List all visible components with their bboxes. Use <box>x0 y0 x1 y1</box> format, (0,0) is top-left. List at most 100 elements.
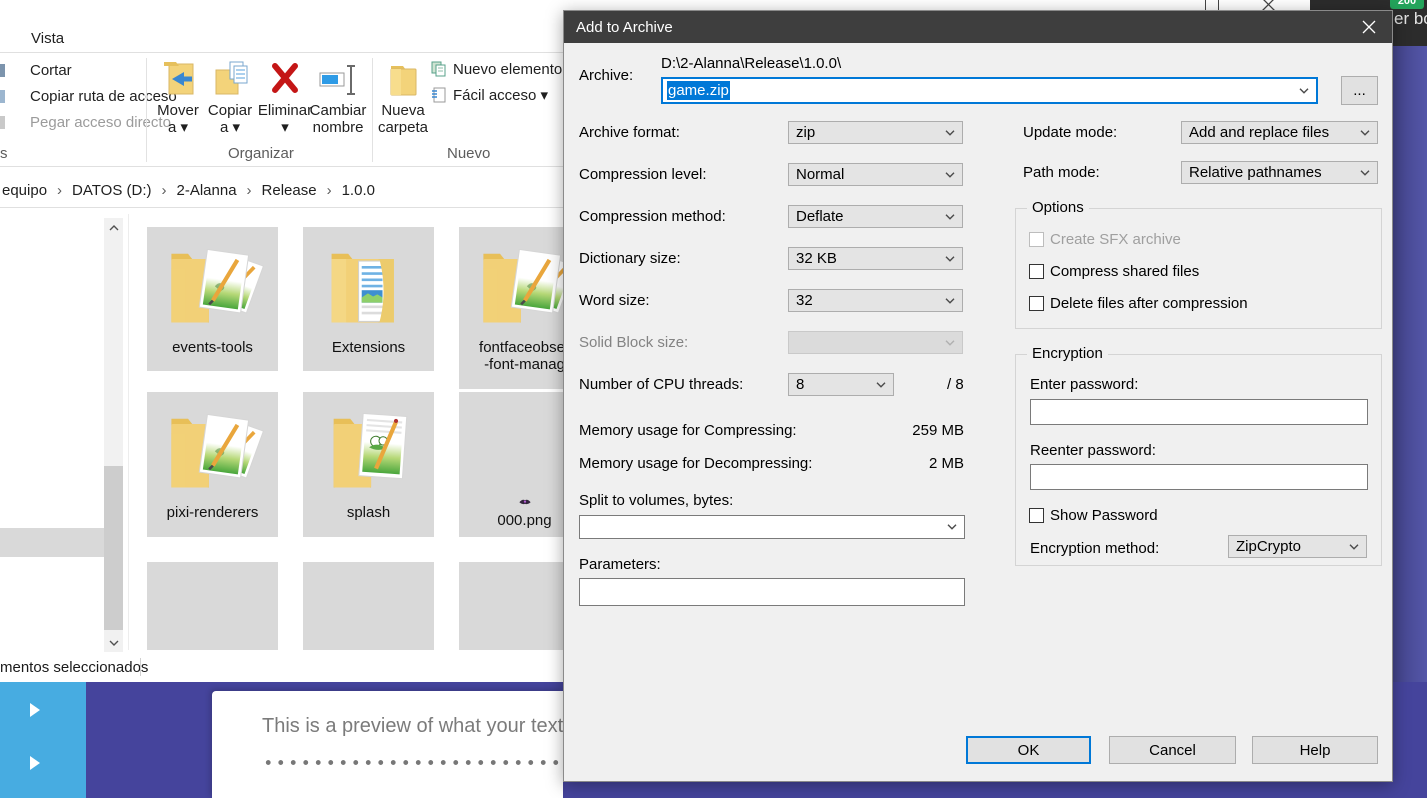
play-arrow-icon[interactable] <box>30 756 40 770</box>
memory-compress-label: Memory usage for Compressing: <box>579 422 797 439</box>
delete-button[interactable]: Eliminar ▾ <box>258 60 312 136</box>
word-size-select[interactable]: 32 <box>788 289 963 312</box>
file-tile-partial[interactable] <box>147 562 278 650</box>
copy-to-icon <box>212 60 248 102</box>
folder-icon <box>317 398 421 502</box>
cut-icon <box>0 64 5 77</box>
options-legend: Options <box>1027 199 1089 216</box>
copy-path-icon <box>0 90 5 103</box>
archive-format-select[interactable]: zip <box>788 121 963 144</box>
memory-compress-value: 259 MB <box>874 422 964 439</box>
breadcrumb-item[interactable]: Release <box>262 182 317 199</box>
chevron-right-icon: › <box>57 182 62 199</box>
chevron-right-icon: › <box>327 182 332 199</box>
encryption-method-select[interactable]: ZipCrypto <box>1228 535 1367 558</box>
split-volumes-combobox[interactable] <box>579 515 965 539</box>
cancel-button[interactable]: Cancel <box>1109 736 1236 764</box>
chevron-down-icon <box>945 340 955 346</box>
breadcrumb-item[interactable]: equipo <box>2 182 47 199</box>
scrollbar-thumb[interactable] <box>104 466 123 630</box>
file-tile-events-tools[interactable]: events-tools <box>147 227 278 371</box>
breadcrumb: equipo › DATOS (D:) › 2-Alanna › Release… <box>2 182 375 199</box>
play-arrow-icon[interactable] <box>30 703 40 717</box>
new-folder-button[interactable]: Nueva carpeta <box>376 60 430 136</box>
chevron-down-icon <box>945 298 955 304</box>
chevron-right-icon: › <box>162 182 167 199</box>
enter-password-label: Enter password: <box>1030 376 1138 393</box>
help-button[interactable]: Help <box>1252 736 1378 764</box>
file-tile-splash[interactable]: splash <box>303 392 434 537</box>
split-volumes-label: Split to volumes, bytes: <box>579 492 733 509</box>
folder-icon <box>317 233 421 337</box>
dialog-titlebar[interactable]: Add to Archive <box>564 11 1392 43</box>
reenter-password-label: Reenter password: <box>1030 442 1156 459</box>
archive-name-combobox[interactable]: game.zip <box>661 77 1318 104</box>
delete-after-checkbox[interactable]: Delete files after compression <box>1029 295 1248 312</box>
copy-to-button[interactable]: Copiar a ▾ <box>204 60 256 136</box>
move-to-icon <box>160 60 196 102</box>
enter-password-input[interactable] <box>1030 399 1368 425</box>
breadcrumb-item[interactable]: 2-Alanna <box>177 182 237 199</box>
file-tile-pixi-renderers[interactable]: pixi-renderers <box>147 392 278 537</box>
file-tile-partial[interactable] <box>303 562 434 650</box>
solid-block-size-select <box>788 331 963 354</box>
path-mode-select[interactable]: Relative pathnames <box>1181 161 1378 184</box>
cpu-threads-select[interactable]: 8 <box>788 373 894 396</box>
options-group: Options Create SFX archive Compress shar… <box>1015 208 1382 329</box>
dialog-close-icon[interactable] <box>1362 20 1376 34</box>
chevron-right-icon: › <box>247 182 252 199</box>
browse-button[interactable]: ... <box>1341 76 1378 105</box>
solid-block-size-label: Solid Block size: <box>579 334 688 351</box>
status-bar-text: mentos seleccionados <box>0 659 148 676</box>
add-to-archive-dialog: Add to Archive Archive: D:\2-Alanna\Rele… <box>563 10 1393 782</box>
scroll-up-icon[interactable] <box>104 218 123 237</box>
compression-level-label: Compression level: <box>579 166 707 183</box>
compression-method-label: Compression method: <box>579 208 726 225</box>
new-item-button[interactable]: Nuevo elemento ▾ <box>430 60 574 78</box>
parameters-label: Parameters: <box>579 556 661 573</box>
encryption-method-label: Encryption method: <box>1030 540 1159 557</box>
compress-shared-checkbox[interactable]: Compress shared files <box>1029 263 1199 280</box>
checkbox-icon <box>1029 508 1044 523</box>
status-200-badge: 200 <box>1390 0 1424 9</box>
breadcrumb-item[interactable]: 1.0.0 <box>342 182 375 199</box>
move-to-button[interactable]: Mover a ▾ <box>152 60 204 136</box>
chevron-down-icon[interactable] <box>1299 88 1309 94</box>
easy-access-icon <box>430 86 448 104</box>
compression-level-select[interactable]: Normal <box>788 163 963 186</box>
folder-icon <box>473 233 577 337</box>
group-label-organizar: Organizar <box>228 145 294 162</box>
chevron-down-icon <box>876 382 886 388</box>
breadcrumb-item[interactable]: DATOS (D:) <box>72 182 151 199</box>
update-mode-select[interactable]: Add and replace files <box>1181 121 1378 144</box>
chevron-down-icon <box>945 130 955 136</box>
ribbon-item-pegar-acceso[interactable]: Pegar acceso directo <box>30 114 171 131</box>
ok-button[interactable]: OK <box>966 736 1091 764</box>
tab-vista[interactable]: Vista <box>31 30 64 47</box>
show-password-checkbox[interactable]: Show Password <box>1029 507 1158 524</box>
checkbox-icon <box>1029 232 1044 247</box>
reenter-password-input[interactable] <box>1030 464 1368 490</box>
archive-name-value: game.zip <box>667 81 730 100</box>
rename-button[interactable]: Cambiar nombre <box>308 60 368 136</box>
dictionary-size-label: Dictionary size: <box>579 250 681 267</box>
preview-text: This is a preview of what your text <box>262 715 563 738</box>
nav-pane-selected-item[interactable] <box>0 528 104 557</box>
update-mode-label: Update mode: <box>1023 124 1117 141</box>
group-label-nuevo: Nuevo <box>447 145 490 162</box>
dialog-title: Add to Archive <box>576 19 673 36</box>
dotted-line <box>262 757 562 768</box>
parameters-input[interactable] <box>579 578 965 606</box>
word-size-label: Word size: <box>579 292 650 309</box>
archive-label: Archive: <box>579 67 633 84</box>
compression-method-select[interactable]: Deflate <box>788 205 963 228</box>
file-tile-extensions[interactable]: Extensions <box>303 227 434 371</box>
scroll-down-icon[interactable] <box>104 633 123 652</box>
cpu-threads-max: / 8 <box>947 376 964 393</box>
image-file-icon <box>518 496 532 510</box>
ribbon-item-cortar[interactable]: Cortar <box>30 62 72 79</box>
cpu-threads-label: Number of CPU threads: <box>579 376 743 393</box>
easy-access-button[interactable]: Fácil acceso ▾ <box>430 86 548 104</box>
archive-format-label: Archive format: <box>579 124 680 141</box>
dictionary-size-select[interactable]: 32 KB <box>788 247 963 270</box>
